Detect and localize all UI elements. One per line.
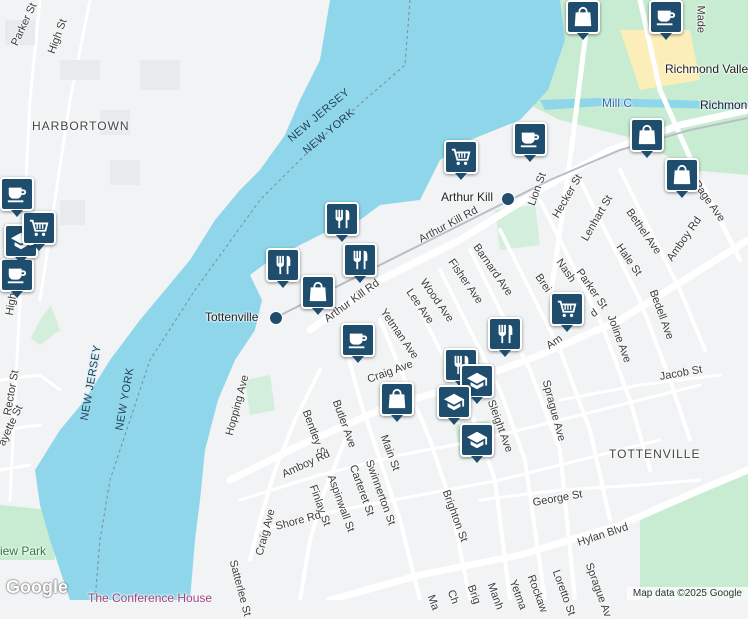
harbortown-label: HARBORTOWN [32,119,130,133]
conference-house-label[interactable]: The Conference House [88,592,212,604]
shopping-bag-pin-1[interactable] [301,275,335,315]
restaurant-icon [494,323,516,345]
grocery-cart-icon [28,217,50,239]
tottenville-train-icon[interactable] [269,311,283,325]
shopping-bag-icon [386,388,408,410]
shopping-bag-icon [307,281,329,303]
grocery-cart-icon [556,298,578,320]
cafe-pin-2[interactable] [513,122,547,162]
cafe-pin-3[interactable] [649,0,683,40]
school-icon [466,429,488,451]
cafe-icon [519,128,541,150]
restaurant-icon [272,254,294,276]
tottenville-area-label: TOTTENVILLE [609,447,701,461]
shopping-bag-pin-2[interactable] [380,382,414,422]
cafe-icon [6,264,28,286]
shopping-bag-icon [671,164,693,186]
cafe-pin-1[interactable] [341,323,375,363]
cafe-icon [6,183,28,205]
cafe-icon [347,329,369,351]
richmond-valley-label: Richmond Valle [665,62,748,76]
cafe-pin-5[interactable] [0,177,34,217]
shopping-bag-pin-5[interactable] [665,158,699,198]
school-pin-3[interactable] [437,385,471,425]
view-park-label: iew Park [0,544,47,558]
shopping-bag-pin-4[interactable] [630,118,664,158]
arthur-kill-train-icon[interactable] [501,192,515,206]
map-attribution[interactable]: Map data ©2025 Google [626,587,748,600]
tottenville-station-label[interactable]: Tottenville [205,311,258,323]
made-label: Made [694,5,707,34]
shopping-bag-icon [572,6,594,28]
cafe-icon [655,6,677,28]
school-icon [443,391,465,413]
restaurant-pin-4[interactable] [488,317,522,357]
shopping-bag-pin-3[interactable] [566,0,600,40]
grocery-cart-icon [450,146,472,168]
arthur-kill-station-label[interactable]: Arthur Kill [441,191,493,203]
restaurant-pin-2[interactable] [343,243,377,283]
school-pin-4[interactable] [460,423,494,463]
restaurant-icon [349,249,371,271]
google-logo: Google [6,577,68,597]
mill-creek-label: Mill C [602,96,632,110]
restaurant-pin-1[interactable] [325,202,359,242]
grocery-pin-3[interactable] [550,292,584,332]
shopping-bag-icon [636,124,658,146]
grocery-pin-1[interactable] [444,140,478,180]
restaurant-pin-3[interactable] [266,248,300,288]
richmond-label: Richmon [700,98,748,112]
restaurant-icon [331,208,353,230]
grocery-pin-2[interactable] [22,211,56,251]
